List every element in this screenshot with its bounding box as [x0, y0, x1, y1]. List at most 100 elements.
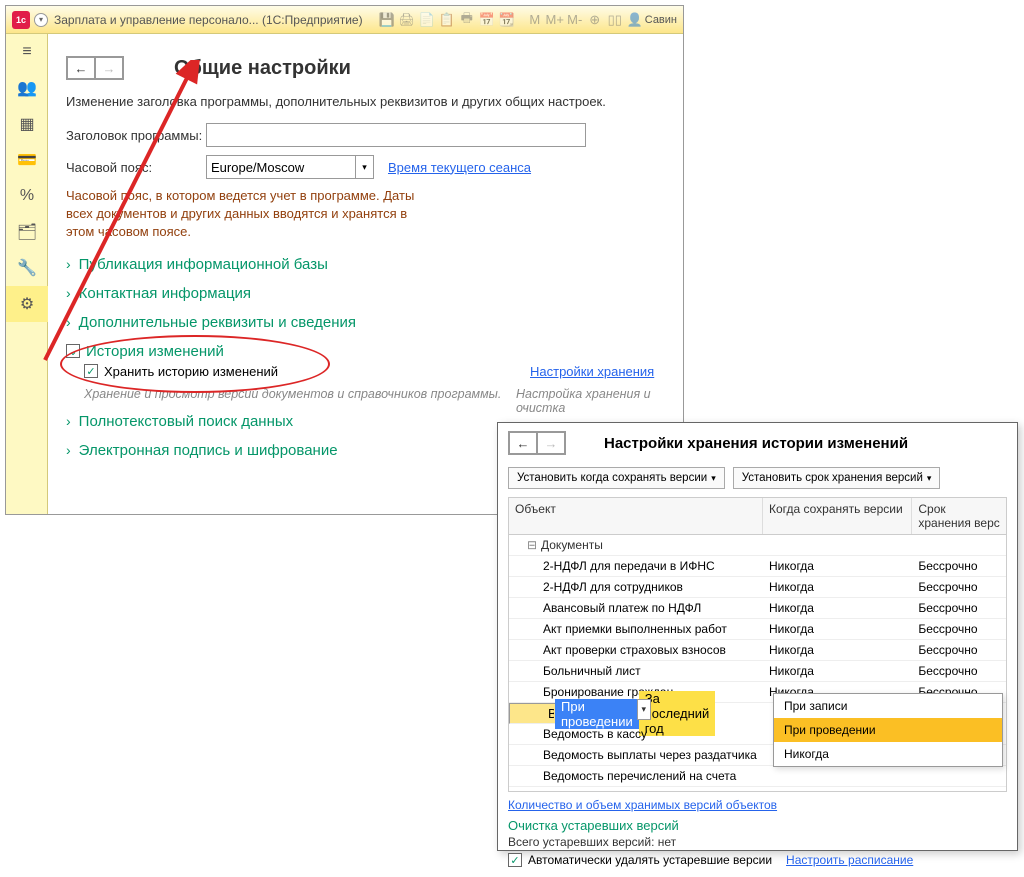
grid-row[interactable]: Акт приемки выполненных работНикогдаБесс… [509, 619, 1006, 640]
grid-header: Объект Когда сохранять версии Срок хране… [509, 498, 1006, 535]
cell-object: 2-НДФЛ для сотрудников [509, 580, 763, 594]
calendar2-icon[interactable]: 📆 [498, 11, 516, 29]
obsolete-count: Всего устаревших версий: нет [508, 835, 1007, 849]
intro-text: Изменение заголовка программы, дополните… [66, 94, 663, 109]
storage-settings-link[interactable]: Настройки хранения [530, 364, 654, 379]
sidebar-folder-icon[interactable]: 🗂 [6, 214, 48, 250]
grid-row[interactable]: Больничный листНикогдаБессрочно [509, 661, 1006, 682]
tz-select[interactable]: Europe/Moscow [206, 155, 356, 179]
col-term[interactable]: Срок хранения верс [912, 498, 1006, 534]
section-fulltext[interactable]: Полнотекстовый поиск данных [79, 413, 293, 430]
plus-icon[interactable]: ⊕ [586, 11, 604, 29]
sidebar-grid-icon[interactable]: ▦ [6, 106, 48, 142]
versions-count-link[interactable]: Количество и объем хранимых версий объек… [508, 798, 777, 812]
cell-term: Бессрочно [912, 580, 1006, 594]
program-title-label: Заголовок программы: [66, 128, 206, 143]
popup-title: Настройки хранения истории изменений [604, 435, 908, 452]
cell-object: 2-НДФЛ для передачи в ИФНС [509, 559, 763, 573]
sidebar-percent-icon[interactable]: % [6, 178, 48, 214]
grid-row[interactable]: Ведомость уплаты взносов АДВ-11НикогдаБе… [509, 787, 1006, 791]
sidebar-people-icon[interactable]: 👥 [6, 70, 48, 106]
section-history[interactable]: История изменений [86, 343, 224, 360]
cell-object: Акт проверки страховых взносов [509, 643, 763, 657]
cell-object: Акт приемки выполненных работ [509, 622, 763, 636]
section-publication[interactable]: Публикация информационной базы [79, 256, 328, 273]
cell-term: Бессрочно [912, 601, 1006, 615]
chevron-right-icon[interactable]: › [66, 442, 71, 458]
grid-row[interactable]: 2-НДФЛ для сотрудниковНикогдаБессрочно [509, 577, 1006, 598]
chevron-down-icon[interactable]: ⌄ [66, 344, 80, 358]
when-save-dropdown: При записи При проведении Никогда [773, 693, 1003, 767]
tz-dropdown-button[interactable]: ▾ [356, 155, 374, 179]
app-logo: 1c [12, 11, 30, 29]
grid-row[interactable]: Ведомость в банкПри проведении▾За послед… [509, 703, 659, 724]
doc-icon[interactable]: 📄 [418, 11, 436, 29]
sidebar-menu-icon[interactable]: ≡ [6, 34, 48, 70]
schedule-link[interactable]: Настроить расписание [786, 853, 913, 867]
set-retention-button[interactable]: Установить срок хранения версий [733, 467, 941, 489]
copy-icon[interactable]: 📋 [438, 11, 456, 29]
cell-when[interactable]: При проведении▾ [555, 699, 639, 729]
cell-object: Ведомость выплаты через раздатчика [509, 748, 763, 762]
titlebar: 1c ▾ Зарплата и управление персонало... … [6, 6, 683, 34]
section-contacts[interactable]: Контактная информация [79, 285, 251, 302]
m-plus-label[interactable]: M+ [546, 11, 564, 29]
history-checkbox[interactable]: ✓ [84, 364, 98, 378]
m-minus-label[interactable]: M- [566, 11, 584, 29]
popup-forward-button[interactable]: → [537, 432, 565, 454]
cell-term: Бессрочно [912, 559, 1006, 573]
grid-row[interactable]: 2-НДФЛ для передачи в ИФНСНикогдаБессроч… [509, 556, 1006, 577]
cell-when: Никогда [763, 622, 912, 636]
app-menu-dropdown[interactable]: ▾ [34, 13, 48, 27]
cell-object: Бронирование граждан [509, 685, 763, 699]
chevron-right-icon[interactable]: › [66, 413, 71, 429]
cell-dropdown-arrow[interactable]: ▾ [637, 699, 651, 720]
sidebar-card-icon[interactable]: 💳 [6, 142, 48, 178]
grid-row[interactable]: Акт проверки страховых взносовНикогдаБес… [509, 640, 1006, 661]
group-documents[interactable]: ⊟Документы [509, 538, 763, 552]
cell-when: Никогда [763, 559, 912, 573]
auto-delete-checkbox[interactable]: ✓ [508, 853, 522, 867]
session-time-link[interactable]: Время текущего сеанса [388, 160, 531, 175]
set-when-save-button[interactable]: Установить когда сохранять версии [508, 467, 725, 489]
program-title-input[interactable] [206, 123, 586, 147]
history-settings-popup: ← → Настройки хранения истории изменений… [497, 422, 1018, 851]
col-object[interactable]: Объект [509, 498, 763, 534]
cell-when: Никогда [763, 664, 912, 678]
cell-object: Больничный лист [509, 664, 763, 678]
section-additional[interactable]: Дополнительные реквизиты и сведения [79, 314, 356, 331]
sidebar-gear-icon[interactable]: ⚙ [6, 286, 48, 322]
page-title: Общие настройки [174, 57, 351, 80]
app-title: Зарплата и управление персонало... (1С:П… [54, 13, 363, 27]
save-icon[interactable]: 💾 [378, 11, 396, 29]
nav-forward-button[interactable]: → [95, 57, 123, 79]
chevron-right-icon[interactable]: › [66, 285, 71, 301]
sidebar-wrench-icon[interactable]: 🔧 [6, 250, 48, 286]
cell-object: Ведомость в банк [514, 706, 555, 721]
dropdown-option-never[interactable]: Никогда [774, 742, 1002, 766]
dropdown-option-on-post[interactable]: При проведении [774, 718, 1002, 742]
cell-object: Ведомость перечислений на счета [509, 769, 763, 783]
cell-when: Никогда [763, 580, 912, 594]
section-signature[interactable]: Электронная подпись и шифрование [79, 442, 338, 459]
col-when[interactable]: Когда сохранять версии [763, 498, 912, 534]
print-icon[interactable]: 🖨 [398, 11, 416, 29]
calendar-icon[interactable]: 📅 [478, 11, 496, 29]
popup-back-button[interactable]: ← [509, 432, 537, 454]
cleanup-header: Очистка устаревших версий [508, 818, 1007, 833]
panels-icon[interactable]: ▯▯ [606, 11, 624, 29]
sidebar: ≡ 👥 ▦ 💳 % 🗂 🔧 ⚙ [6, 34, 48, 514]
print2-icon[interactable]: 🖶 [458, 11, 476, 29]
history-checkbox-label: Хранить историю изменений [104, 364, 278, 379]
m-label[interactable]: M [526, 11, 544, 29]
grid-row[interactable]: Ведомость перечислений на счета [509, 766, 1006, 787]
nav-back-button[interactable]: ← [67, 57, 95, 79]
user-icon[interactable]: 👤 [626, 11, 644, 29]
grid-row[interactable]: Авансовый платеж по НДФЛНикогдаБессрочно [509, 598, 1006, 619]
dropdown-option-on-write[interactable]: При записи [774, 694, 1002, 718]
chevron-right-icon[interactable]: › [66, 256, 71, 272]
storage-settings-hint: Настройка хранения и очистка [516, 387, 663, 415]
cell-term: Бессрочно [912, 664, 1006, 678]
chevron-right-icon[interactable]: › [66, 314, 71, 330]
cell-object: Ведомость в кассу [509, 727, 763, 741]
